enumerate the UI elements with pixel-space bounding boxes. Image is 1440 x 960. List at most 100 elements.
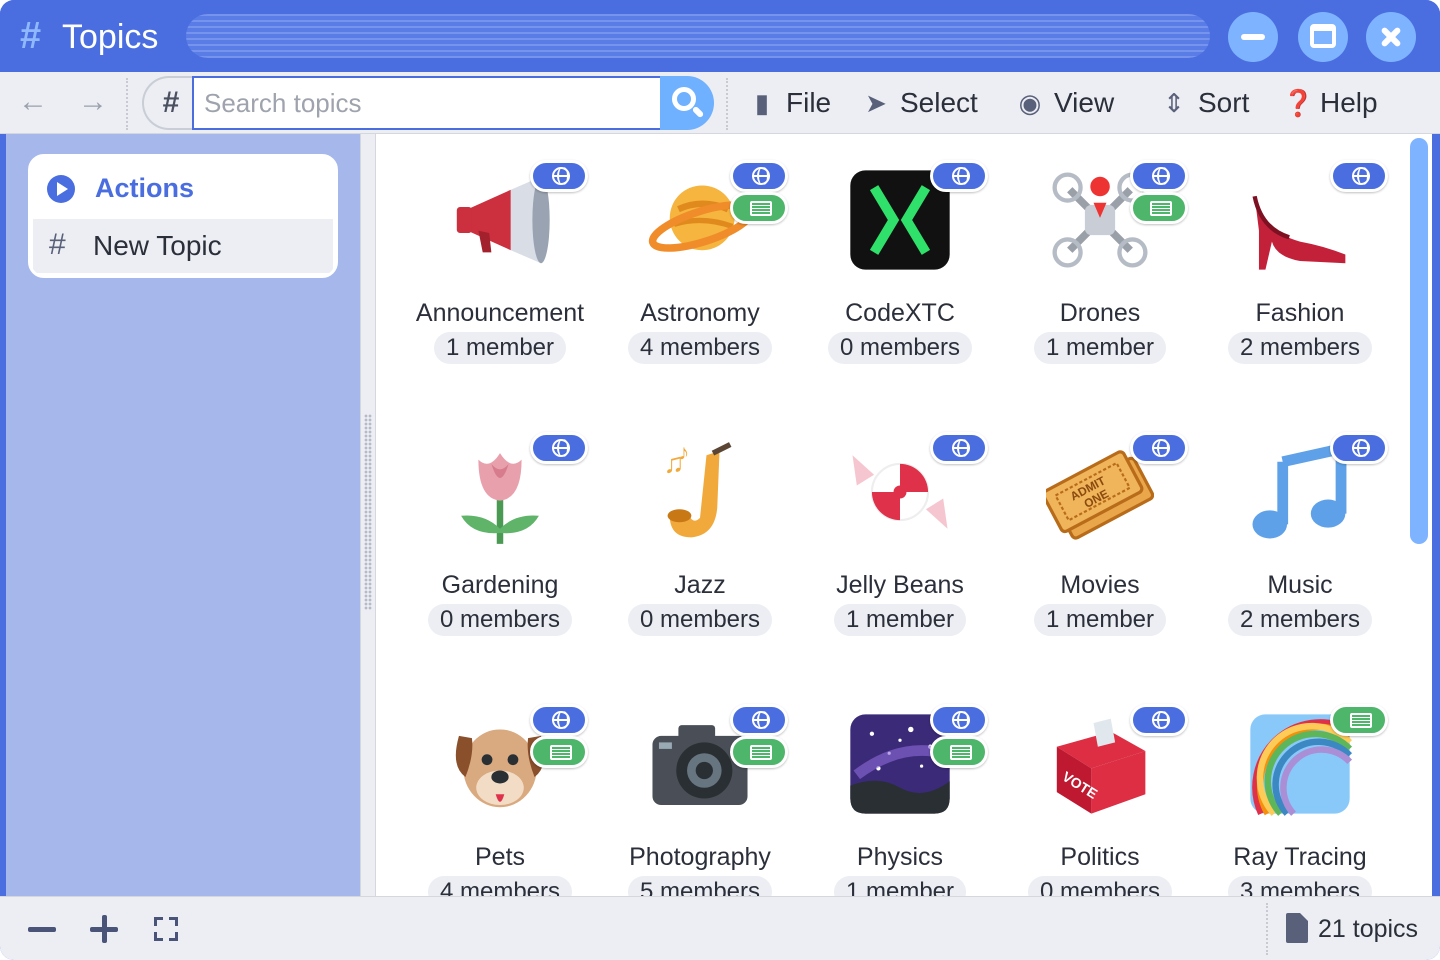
zoom-out-button[interactable] xyxy=(28,927,56,932)
globe-icon xyxy=(1152,711,1170,729)
menu-select-label: Select xyxy=(900,87,978,118)
topic-member-count: 4 members xyxy=(627,332,773,364)
new-topic-button[interactable]: # New Topic xyxy=(33,219,333,273)
topic-member-count-wrap: 1 member xyxy=(1000,332,1200,364)
topic-member-count-wrap: 5 members xyxy=(600,876,800,896)
topic-name: Fashion xyxy=(1255,299,1345,327)
topic-name: Physics xyxy=(856,843,944,871)
menu-help[interactable]: ❓ Help xyxy=(1282,80,1378,126)
globe-badge-icon xyxy=(530,160,588,192)
minimize-icon xyxy=(1241,34,1265,40)
globe-icon xyxy=(1152,167,1170,185)
newspaper-badge-icon xyxy=(730,192,788,224)
globe-badge-icon xyxy=(1130,160,1188,192)
topic-name: Music xyxy=(1267,571,1333,599)
document-icon xyxy=(1286,913,1308,943)
toolbar: ← → # ▮ File ➤ Select ◉ View ⇕ Sort xyxy=(0,72,1440,134)
topic-member-count: 3 members xyxy=(1227,876,1373,896)
newspaper-badge-icon xyxy=(530,736,588,768)
toolbar-divider xyxy=(126,78,128,130)
topic-tile[interactable]: Astronomy 4 members xyxy=(600,152,800,392)
close-button[interactable] xyxy=(1366,12,1416,62)
topic-name: Announcement xyxy=(415,299,585,327)
forward-button[interactable]: → xyxy=(76,86,110,120)
topic-tile[interactable]: Physics 1 member xyxy=(800,696,1000,896)
globe-badge-icon xyxy=(1330,432,1388,464)
topic-member-count: 1 member xyxy=(1033,604,1167,636)
zoom-in-button[interactable] xyxy=(90,915,118,943)
maximize-button[interactable] xyxy=(1298,12,1348,62)
menu-help-label: Help xyxy=(1320,87,1378,118)
topic-member-count: 0 members xyxy=(427,604,573,636)
topic-member-count-wrap: 2 members xyxy=(1200,332,1400,364)
topic-tile[interactable]: CodeXTC 0 members xyxy=(800,152,1000,392)
scroll-thumb[interactable] xyxy=(1410,138,1428,544)
topic-tile[interactable]: Gardening 0 members xyxy=(400,424,600,664)
sidebar: Actions # New Topic xyxy=(6,134,360,896)
actions-header[interactable]: Actions xyxy=(31,157,335,219)
cursor-icon: ➤ xyxy=(865,87,887,118)
globe-badge-icon xyxy=(930,432,988,464)
fit-corner xyxy=(169,932,178,941)
search-input[interactable] xyxy=(192,76,662,130)
topic-member-count: 0 members xyxy=(1027,876,1173,896)
globe-badge-icon xyxy=(1330,160,1388,192)
topic-tile[interactable]: Jelly Beans 1 member xyxy=(800,424,1000,664)
menu-view-label: View xyxy=(1054,87,1115,118)
svg-text:♪: ♪ xyxy=(678,440,689,465)
topic-tile[interactable]: VOTE Politics 0 members xyxy=(1000,696,1200,896)
splitter-grip[interactable] xyxy=(364,414,372,610)
sort-icon: ⇕ xyxy=(1163,87,1185,118)
topic-member-count-wrap: 1 member xyxy=(800,876,1000,896)
globe-badge-icon xyxy=(1130,704,1188,736)
topic-tile[interactable]: Music 2 members xyxy=(1200,424,1400,664)
title-bar[interactable]: # Topics xyxy=(0,0,1440,72)
vertical-scrollbar[interactable] xyxy=(1410,138,1428,544)
menu-file-label: File xyxy=(786,87,832,118)
search-button[interactable] xyxy=(660,76,714,130)
status-divider xyxy=(1266,903,1268,955)
search-icon-handle xyxy=(691,105,705,119)
topic-tile[interactable]: Drones 1 member xyxy=(1000,152,1200,392)
topic-member-count: 2 members xyxy=(1227,332,1373,364)
menu-file[interactable]: ▮ File xyxy=(748,80,831,126)
newspaper-badge-icon xyxy=(730,736,788,768)
topic-tile[interactable]: ♫ ♪ Jazz 0 members xyxy=(600,424,800,664)
topic-member-count-wrap: 3 members xyxy=(1200,876,1400,896)
menu-sort[interactable]: ⇕ Sort xyxy=(1160,80,1249,126)
topic-tile[interactable]: Announcement 1 member xyxy=(400,152,600,392)
topic-member-count-wrap: 1 member xyxy=(800,604,1000,636)
fit-screen-button[interactable] xyxy=(154,917,178,941)
topic-name: Politics xyxy=(1060,843,1140,871)
sidebar-splitter[interactable] xyxy=(360,134,376,896)
globe-badge-icon xyxy=(930,704,988,736)
minimize-button[interactable] xyxy=(1228,12,1278,62)
topic-tile[interactable]: Pets 4 members xyxy=(400,696,600,896)
topic-member-count-wrap: 2 members xyxy=(1200,604,1400,636)
eye-icon: ◉ xyxy=(1018,87,1042,118)
menu-view[interactable]: ◉ View xyxy=(1016,80,1115,126)
topic-member-count: 0 members xyxy=(827,332,973,364)
newspaper-icon xyxy=(1350,713,1372,728)
globe-icon xyxy=(952,167,970,185)
topic-member-count-wrap: 0 members xyxy=(400,604,600,636)
menu-select[interactable]: ➤ Select xyxy=(862,80,978,126)
topic-tile[interactable]: ADMIT ONE Movies 1 member xyxy=(1000,424,1200,664)
toolbar-divider xyxy=(726,78,728,130)
topic-tile[interactable]: Ray Tracing 3 members xyxy=(1200,696,1400,896)
file-icon: ▮ xyxy=(754,87,770,118)
topic-member-count-wrap: 0 members xyxy=(600,604,800,636)
globe-icon xyxy=(552,711,570,729)
globe-badge-icon xyxy=(530,432,588,464)
topic-member-count: 1 member xyxy=(833,604,967,636)
globe-icon xyxy=(552,167,570,185)
globe-badge-icon xyxy=(530,704,588,736)
topic-tile[interactable]: Fashion 2 members xyxy=(1200,152,1400,392)
topic-name: Jazz xyxy=(674,571,726,599)
topic-member-count: 1 member xyxy=(1033,332,1167,364)
topic-member-count-wrap: 1 member xyxy=(400,332,600,364)
title-drag-handle[interactable] xyxy=(186,14,1210,58)
topic-name: Jelly Beans xyxy=(836,571,964,599)
topic-tile[interactable]: Photography 5 members xyxy=(600,696,800,896)
back-button[interactable]: ← xyxy=(16,86,50,120)
